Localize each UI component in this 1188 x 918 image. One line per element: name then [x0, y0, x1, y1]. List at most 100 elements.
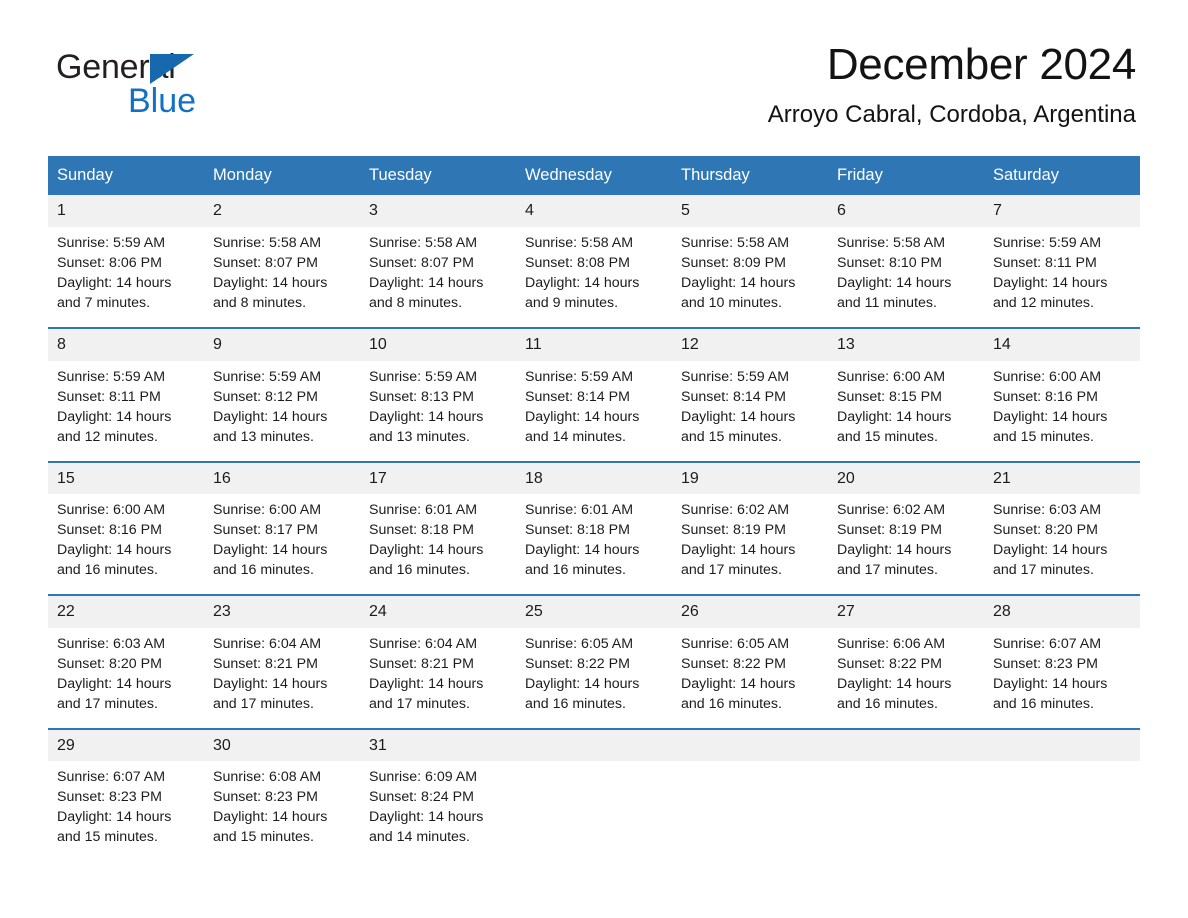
sunset-text: Sunset: 8:16 PM [57, 522, 162, 539]
day-number[interactable]: 8 [48, 329, 204, 361]
day-number[interactable]: 26 [672, 596, 828, 628]
day-number[interactable]: 15 [48, 463, 204, 495]
sunrise-text: Sunrise: 6:02 AM [837, 502, 946, 519]
day-cell[interactable]: Sunrise: 6:00 AM Sunset: 8:16 PM Dayligh… [984, 361, 1140, 461]
sunset-text: Sunset: 8:21 PM [369, 655, 474, 672]
day-number[interactable]: 30 [204, 730, 360, 762]
brand-name-blue: Blue [128, 82, 197, 120]
day-cell[interactable]: Sunrise: 6:00 AM Sunset: 8:15 PM Dayligh… [828, 361, 984, 461]
sunset-text: Sunset: 8:19 PM [681, 522, 786, 539]
day-number[interactable]: 2 [204, 195, 360, 227]
day-number[interactable]: 4 [516, 195, 672, 227]
sunset-text: Sunset: 8:19 PM [837, 522, 942, 539]
day-number[interactable]: 12 [672, 329, 828, 361]
day-number[interactable]: 10 [360, 329, 516, 361]
day-number[interactable]: 23 [204, 596, 360, 628]
day-cell[interactable]: Sunrise: 5:59 AM Sunset: 8:14 PM Dayligh… [672, 361, 828, 461]
daylight-text: Daylight: 14 hours [837, 275, 952, 292]
day-number[interactable]: 29 [48, 730, 204, 762]
daylight-text: Daylight: 14 hours [525, 275, 640, 292]
day-number-empty [672, 730, 828, 762]
day-number[interactable]: 3 [360, 195, 516, 227]
day-cell[interactable]: Sunrise: 5:58 AM Sunset: 8:08 PM Dayligh… [516, 227, 672, 327]
daylight-text-cont: and 16 minutes. [213, 562, 314, 579]
day-number[interactable]: 25 [516, 596, 672, 628]
day-cell[interactable]: Sunrise: 5:59 AM Sunset: 8:11 PM Dayligh… [984, 227, 1140, 327]
day-cell[interactable]: Sunrise: 5:58 AM Sunset: 8:07 PM Dayligh… [204, 227, 360, 327]
day-cell[interactable]: Sunrise: 6:07 AM Sunset: 8:23 PM Dayligh… [48, 761, 204, 861]
sunset-text: Sunset: 8:22 PM [681, 655, 786, 672]
sunset-text: Sunset: 8:15 PM [837, 388, 942, 405]
day-number[interactable]: 27 [828, 596, 984, 628]
day-cell[interactable]: Sunrise: 6:00 AM Sunset: 8:16 PM Dayligh… [48, 494, 204, 594]
day-number[interactable]: 7 [984, 195, 1140, 227]
day-cell[interactable]: Sunrise: 5:58 AM Sunset: 8:07 PM Dayligh… [360, 227, 516, 327]
daylight-text: Daylight: 14 hours [369, 408, 484, 425]
day-cell[interactable]: Sunrise: 6:06 AM Sunset: 8:22 PM Dayligh… [828, 628, 984, 728]
day-cell[interactable]: Sunrise: 6:00 AM Sunset: 8:17 PM Dayligh… [204, 494, 360, 594]
day-number[interactable]: 19 [672, 463, 828, 495]
week-daynumber-band: 22 23 24 25 26 27 28 [48, 596, 1140, 628]
day-number[interactable]: 11 [516, 329, 672, 361]
week-detail-band: Sunrise: 6:03 AM Sunset: 8:20 PM Dayligh… [48, 627, 1140, 728]
sunrise-text: Sunrise: 6:01 AM [369, 502, 478, 519]
day-cell-empty [984, 761, 1140, 861]
sunrise-text: Sunrise: 6:06 AM [837, 635, 946, 652]
day-cell[interactable]: Sunrise: 6:01 AM Sunset: 8:18 PM Dayligh… [360, 494, 516, 594]
general-blue-logo[interactable]: General Blue [56, 42, 246, 118]
daylight-text-cont: and 13 minutes. [213, 428, 314, 445]
daylight-text-cont: and 15 minutes. [681, 428, 782, 445]
header-titles: December 2024 Arroyo Cabral, Cordoba, Ar… [246, 41, 1137, 129]
day-of-week-header-row: Sunday Monday Tuesday Wednesday Thursday… [48, 156, 1140, 196]
daylight-text-cont: and 15 minutes. [57, 829, 158, 846]
day-cell[interactable]: Sunrise: 6:02 AM Sunset: 8:19 PM Dayligh… [672, 494, 828, 594]
day-number[interactable]: 13 [828, 329, 984, 361]
day-cell[interactable]: Sunrise: 6:01 AM Sunset: 8:18 PM Dayligh… [516, 494, 672, 594]
day-number[interactable]: 6 [828, 195, 984, 227]
day-cell[interactable]: Sunrise: 5:59 AM Sunset: 8:12 PM Dayligh… [204, 361, 360, 461]
daylight-text: Daylight: 14 hours [525, 675, 640, 692]
day-cell[interactable]: Sunrise: 6:07 AM Sunset: 8:23 PM Dayligh… [984, 628, 1140, 728]
day-number[interactable]: 5 [672, 195, 828, 227]
day-number[interactable]: 14 [984, 329, 1140, 361]
daylight-text: Daylight: 14 hours [57, 275, 172, 292]
day-number[interactable]: 24 [360, 596, 516, 628]
day-cell-empty [672, 761, 828, 861]
day-cell[interactable]: Sunrise: 6:04 AM Sunset: 8:21 PM Dayligh… [360, 628, 516, 728]
day-header-saturday: Saturday [993, 166, 1060, 184]
day-number[interactable]: 1 [48, 195, 204, 227]
daylight-text: Daylight: 14 hours [57, 542, 172, 559]
day-cell[interactable]: Sunrise: 5:59 AM Sunset: 8:14 PM Dayligh… [516, 361, 672, 461]
sunset-text: Sunset: 8:10 PM [837, 255, 942, 272]
daylight-text: Daylight: 14 hours [837, 542, 952, 559]
sunrise-text: Sunrise: 6:05 AM [525, 635, 634, 652]
day-number[interactable]: 22 [48, 596, 204, 628]
day-cell[interactable]: Sunrise: 5:59 AM Sunset: 8:06 PM Dayligh… [48, 227, 204, 327]
day-cell[interactable]: Sunrise: 5:58 AM Sunset: 8:10 PM Dayligh… [828, 227, 984, 327]
day-cell[interactable]: Sunrise: 6:08 AM Sunset: 8:23 PM Dayligh… [204, 761, 360, 861]
daylight-text: Daylight: 14 hours [993, 408, 1108, 425]
day-cell[interactable]: Sunrise: 6:04 AM Sunset: 8:21 PM Dayligh… [204, 628, 360, 728]
day-number[interactable]: 17 [360, 463, 516, 495]
day-number[interactable]: 18 [516, 463, 672, 495]
day-number[interactable]: 16 [204, 463, 360, 495]
daylight-text-cont: and 14 minutes. [369, 829, 470, 846]
day-number[interactable]: 28 [984, 596, 1140, 628]
day-number[interactable]: 21 [984, 463, 1140, 495]
sunrise-text: Sunrise: 6:03 AM [993, 502, 1102, 519]
day-cell[interactable]: Sunrise: 6:02 AM Sunset: 8:19 PM Dayligh… [828, 494, 984, 594]
day-cell[interactable]: Sunrise: 5:59 AM Sunset: 8:11 PM Dayligh… [48, 361, 204, 461]
day-number[interactable]: 31 [360, 730, 516, 762]
day-cell[interactable]: Sunrise: 6:03 AM Sunset: 8:20 PM Dayligh… [984, 494, 1140, 594]
sunset-text: Sunset: 8:06 PM [57, 255, 162, 272]
day-cell[interactable]: Sunrise: 5:58 AM Sunset: 8:09 PM Dayligh… [672, 227, 828, 327]
sunset-text: Sunset: 8:20 PM [57, 655, 162, 672]
day-number[interactable]: 20 [828, 463, 984, 495]
day-cell[interactable]: Sunrise: 6:03 AM Sunset: 8:20 PM Dayligh… [48, 628, 204, 728]
day-cell[interactable]: Sunrise: 6:05 AM Sunset: 8:22 PM Dayligh… [672, 628, 828, 728]
day-cell[interactable]: Sunrise: 6:05 AM Sunset: 8:22 PM Dayligh… [516, 628, 672, 728]
day-cell[interactable]: Sunrise: 6:09 AM Sunset: 8:24 PM Dayligh… [360, 761, 516, 861]
sunset-text: Sunset: 8:23 PM [993, 655, 1098, 672]
day-cell[interactable]: Sunrise: 5:59 AM Sunset: 8:13 PM Dayligh… [360, 361, 516, 461]
day-number[interactable]: 9 [204, 329, 360, 361]
